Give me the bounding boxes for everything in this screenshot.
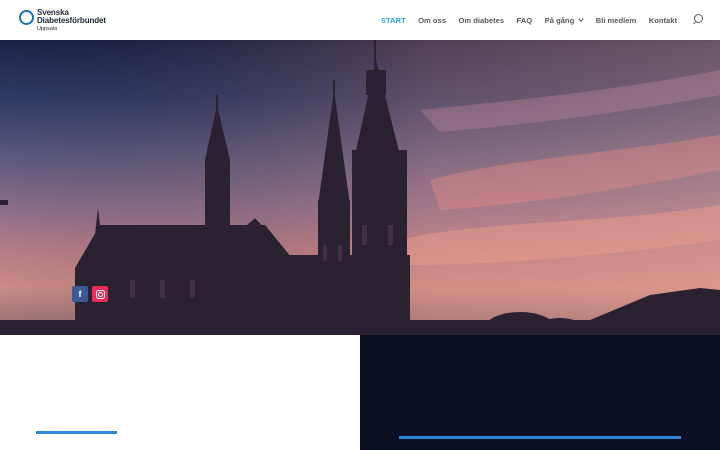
nav-item-om-diabetes[interactable]: Om diabetes: [458, 16, 504, 25]
nav-label: FAQ: [516, 15, 533, 25]
logo-text: Svenska Diabetesförbundet Uppsala: [37, 9, 106, 33]
nav-item-kontakt[interactable]: Kontakt: [649, 16, 677, 25]
cathedral-sunset-illustration: [0, 40, 720, 335]
nav-item-pa-gang[interactable]: På gång: [544, 15, 585, 25]
site-header: Svenska Diabetesförbundet Uppsala START …: [0, 0, 720, 40]
instagram-button[interactable]: [92, 286, 108, 302]
nav-label: På gång: [544, 15, 575, 25]
nav-item-faq[interactable]: FAQ: [517, 16, 533, 25]
nav-label: Om diabetes: [458, 15, 505, 25]
site-logo[interactable]: Svenska Diabetesförbundet Uppsala: [19, 9, 106, 33]
nav-item-om-oss[interactable]: Om oss: [418, 16, 446, 25]
chevron-down-icon: [578, 15, 585, 22]
main-nav: START Om oss Om diabetes FAQ På gång Bli…: [368, 0, 704, 40]
nav-item-start[interactable]: START: [381, 16, 406, 25]
instagram-icon: [95, 289, 105, 299]
hero-image: [0, 40, 720, 335]
left-section-divider: [36, 431, 117, 434]
logo-line-3: Uppsala: [37, 26, 58, 32]
right-section-divider: [399, 436, 681, 439]
nav-label: Bli medlem: [595, 15, 637, 25]
logo-ring-icon: [19, 10, 34, 25]
right-section: [360, 335, 720, 450]
nav-label: Om oss: [418, 15, 446, 25]
facebook-icon: f: [78, 289, 82, 299]
facebook-button[interactable]: f: [72, 286, 88, 302]
logo-line-2: Diabetesförbundet: [37, 16, 106, 25]
nav-item-bli-medlem[interactable]: Bli medlem: [596, 16, 637, 25]
search-icon[interactable]: [692, 14, 704, 26]
nav-label: Kontakt: [648, 15, 677, 25]
nav-label: START: [380, 15, 406, 25]
